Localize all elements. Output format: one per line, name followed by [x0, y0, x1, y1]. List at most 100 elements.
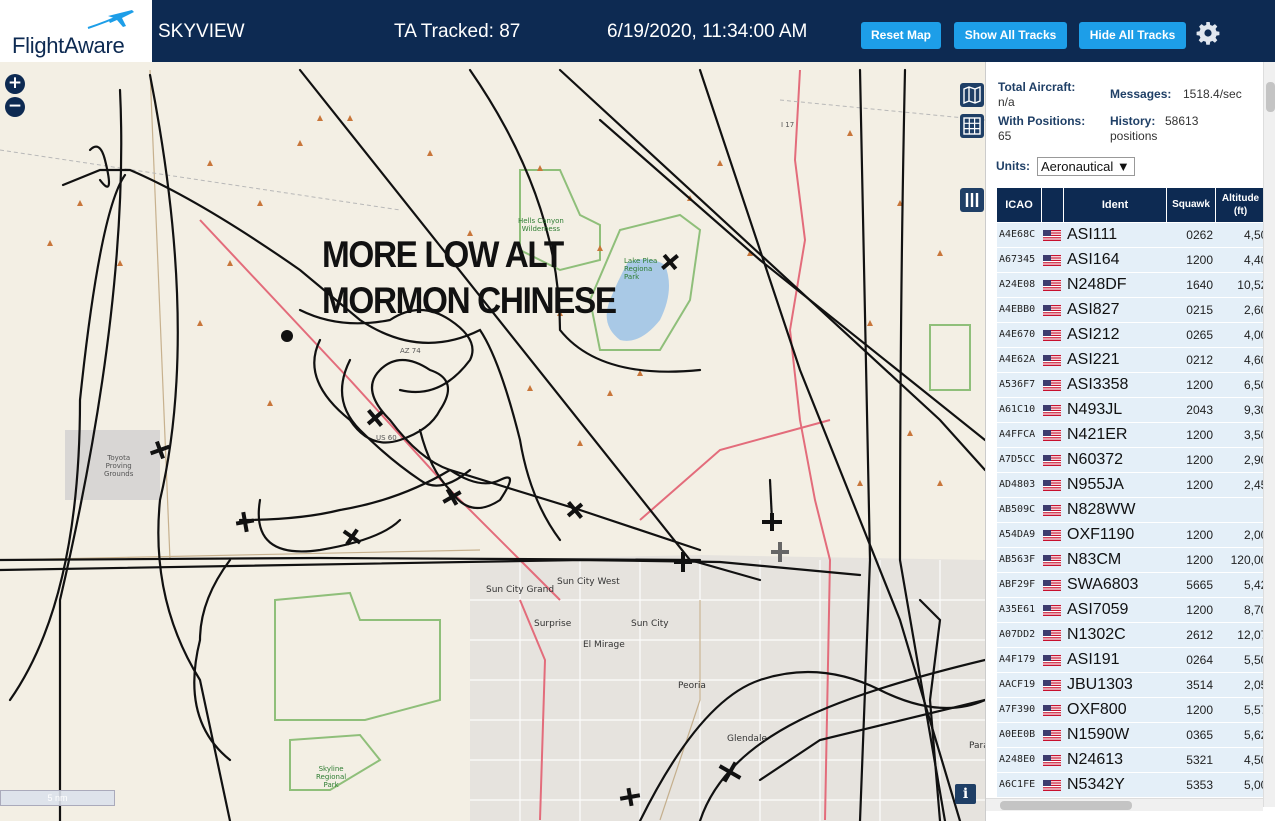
us-flag-icon: [1043, 505, 1061, 516]
us-flag-icon: [1043, 655, 1061, 666]
place-hells-canyon: Hells Canyon Wilderness: [518, 217, 564, 233]
table-row[interactable]: A4E670 ASI212 0265 4,000: [997, 323, 1275, 348]
show-all-tracks-button[interactable]: Show All Tracks: [954, 22, 1067, 49]
table-row[interactable]: A4E68C ASI111 0262 4,500: [997, 223, 1275, 248]
annotation-text: MORE LOW ALT MORMON CHINESE: [322, 232, 617, 324]
cell-icao: A67345: [997, 248, 1041, 272]
grid-icon[interactable]: [960, 114, 984, 138]
cell-ident: N493JL: [1063, 398, 1166, 422]
with-positions-label: With Positions:: [998, 114, 1086, 128]
route-az74: AZ 74: [400, 347, 421, 355]
total-aircraft-value: n/a: [998, 95, 1015, 109]
cell-squawk: 5321: [1166, 748, 1216, 772]
col-icao[interactable]: ICAO: [997, 188, 1041, 222]
table-row[interactable]: A24E08 N248DF 1640 10,525: [997, 273, 1275, 298]
place-el-mirage: El Mirage: [583, 640, 625, 650]
horizontal-scroll-thumb[interactable]: [1000, 801, 1132, 810]
cell-flag: [1041, 623, 1063, 647]
cell-flag: [1041, 248, 1063, 272]
cell-flag: [1041, 373, 1063, 397]
history-unit: positions: [1110, 129, 1158, 143]
vertical-scrollbar[interactable]: [1263, 62, 1275, 807]
table-row[interactable]: ABF29F SWA6803 5665 5,425: [997, 573, 1275, 598]
cell-flag: [1041, 323, 1063, 347]
header-bar: FlightAware SKYVIEW TA Tracked: 87 6/19/…: [0, 0, 1275, 62]
info-button[interactable]: i: [955, 784, 976, 804]
us-flag-icon: [1043, 230, 1061, 241]
history-label: History:: [1110, 114, 1156, 128]
cell-flag: [1041, 548, 1063, 572]
table-row[interactable]: A35E61 ASI7059 1200 8,700: [997, 598, 1275, 623]
cell-icao: A4FFCA: [997, 423, 1041, 447]
zoom-out-button[interactable]: −: [5, 97, 25, 117]
cell-ident: ASI191: [1063, 648, 1166, 672]
cell-icao: A54DA9: [997, 523, 1041, 547]
cell-squawk: 1640: [1166, 273, 1216, 297]
cell-ident: OXF800: [1063, 698, 1166, 722]
table-row[interactable]: A4F179 ASI191 0264 5,500: [997, 648, 1275, 673]
col-altitude[interactable]: Altitude (ft): [1216, 188, 1265, 222]
table-row[interactable]: A4E62A ASI221 0212 4,600: [997, 348, 1275, 373]
col-squawk[interactable]: Squawk: [1167, 188, 1215, 222]
place-skyline-park: Skyline Regional Park: [316, 765, 347, 789]
cell-flag: [1041, 273, 1063, 297]
cell-icao: AB563F: [997, 548, 1041, 572]
horizontal-scrollbar[interactable]: [986, 798, 1263, 811]
table-row[interactable]: A7D5CC N60372 1200 2,900: [997, 448, 1275, 473]
vertical-scroll-thumb[interactable]: [1266, 82, 1275, 112]
us-flag-icon: [1043, 355, 1061, 366]
scale-bar: 5 nm: [0, 790, 115, 806]
us-flag-icon: [1043, 630, 1061, 641]
gear-icon[interactable]: [1196, 21, 1220, 45]
reset-map-button[interactable]: Reset Map: [861, 22, 941, 49]
cell-flag: [1041, 673, 1063, 697]
cell-squawk: 1200: [1166, 448, 1216, 472]
col-flag[interactable]: [1042, 188, 1063, 222]
plane-logo-icon: [87, 10, 134, 29]
cell-squawk: 5665: [1166, 573, 1216, 597]
cell-ident: N24613: [1063, 748, 1166, 772]
table-row[interactable]: A61C10 N493JL 2043 9,300: [997, 398, 1275, 423]
map-layers-icon[interactable]: [960, 83, 984, 107]
table-row[interactable]: A54DA9 OXF1190 1200 2,000: [997, 523, 1275, 548]
us-flag-icon: [1043, 430, 1061, 441]
cell-flag: [1041, 473, 1063, 497]
table-row[interactable]: A67345 ASI164 1200 4,400: [997, 248, 1275, 273]
cell-squawk: 1200: [1166, 248, 1216, 272]
annotation-line-1: MORE LOW ALT: [322, 234, 564, 275]
table-row[interactable]: AACF19 JBU1303 3514 2,050: [997, 673, 1275, 698]
cell-flag: [1041, 698, 1063, 722]
zoom-in-button[interactable]: +: [5, 74, 25, 94]
us-flag-icon: [1043, 680, 1061, 691]
table-row[interactable]: AD4803 N955JA 1200 2,450: [997, 473, 1275, 498]
table-row[interactable]: A4EBB0 ASI827 0215 2,600: [997, 298, 1275, 323]
flightaware-logo[interactable]: FlightAware: [0, 0, 152, 62]
table-row[interactable]: A536F7 ASI3358 1200 6,500: [997, 373, 1275, 398]
us-flag-icon: [1043, 580, 1061, 591]
map-view[interactable]: + − MORE LOW ALT MORMON CHINESE Sun City…: [0, 62, 985, 821]
units-select[interactable]: Aeronautical ▼: [1037, 157, 1135, 176]
cell-flag: [1041, 448, 1063, 472]
table-row[interactable]: A7F390 OXF800 1200 5,575: [997, 698, 1275, 723]
place-sun-city-west: Sun City West: [557, 577, 620, 587]
cell-flag: [1041, 748, 1063, 772]
table-row[interactable]: AB563F N83CM 1200 120,000: [997, 548, 1275, 573]
table-row[interactable]: A0EE0B N1590W 0365 5,625: [997, 723, 1275, 748]
table-row[interactable]: A4FFCA N421ER 1200 3,500: [997, 423, 1275, 448]
table-row[interactable]: A07DD2 N1302C 2612 12,075: [997, 623, 1275, 648]
cell-squawk: 5353: [1166, 773, 1216, 797]
cell-flag: [1041, 723, 1063, 747]
cell-flag: [1041, 498, 1063, 522]
us-flag-icon: [1043, 780, 1061, 791]
hide-all-tracks-button[interactable]: Hide All Tracks: [1079, 22, 1186, 49]
table-row[interactable]: A248E0 N24613 5321 4,500: [997, 748, 1275, 773]
table-row[interactable]: AB509C N828WW: [997, 498, 1275, 523]
us-flag-icon: [1043, 255, 1061, 266]
columns-icon[interactable]: [960, 188, 984, 212]
cell-flag: [1041, 423, 1063, 447]
cell-icao: A4E670: [997, 323, 1041, 347]
total-aircraft-label: Total Aircraft:: [998, 80, 1076, 94]
col-ident[interactable]: Ident: [1064, 188, 1166, 222]
cell-squawk: 1200: [1166, 523, 1216, 547]
table-row[interactable]: A6C1FE N5342Y 5353 5,000: [997, 773, 1275, 798]
